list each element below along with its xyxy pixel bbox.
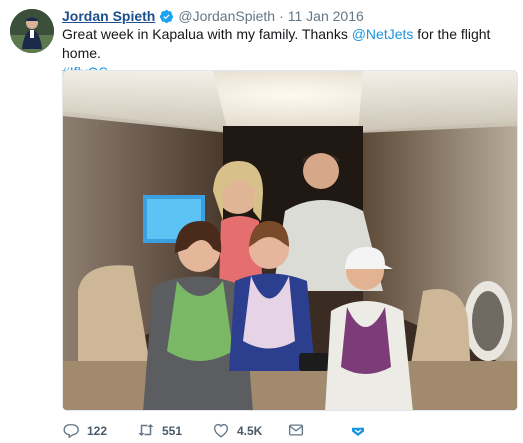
mention-link[interactable]: @NetJets: [352, 26, 414, 42]
chevron-down-icon: [349, 421, 367, 442]
tweet-photo[interactable]: [62, 70, 518, 411]
author-avatar[interactable]: [10, 9, 54, 53]
heart-icon: [212, 421, 230, 442]
reply-button[interactable]: 122: [62, 421, 137, 442]
retweet-count: 551: [162, 424, 183, 438]
reply-icon: [62, 421, 80, 442]
dm-button[interactable]: [287, 421, 349, 442]
tweet-header: Jordan Spieth @JordanSpieth · 11 Jan 201…: [62, 7, 364, 25]
envelope-icon: [287, 421, 305, 442]
like-count: 4.5K: [237, 424, 263, 438]
reply-count: 122: [87, 424, 108, 438]
verified-badge-icon: [159, 9, 174, 24]
meta-separator: ·: [279, 8, 284, 24]
retweet-icon: [137, 421, 155, 442]
tweet-text-part1: Great week in Kapalua with my family. Th…: [62, 26, 352, 42]
author-handle[interactable]: @JordanSpieth: [178, 8, 275, 24]
more-button[interactable]: [349, 421, 367, 442]
like-button[interactable]: 4.5K: [212, 421, 287, 442]
tweet-date[interactable]: 11 Jan 2016: [288, 8, 364, 24]
author-name[interactable]: Jordan Spieth: [62, 8, 155, 24]
tweet-actions: 122 551 4.5K: [62, 421, 367, 441]
retweet-button[interactable]: 551: [137, 421, 212, 442]
